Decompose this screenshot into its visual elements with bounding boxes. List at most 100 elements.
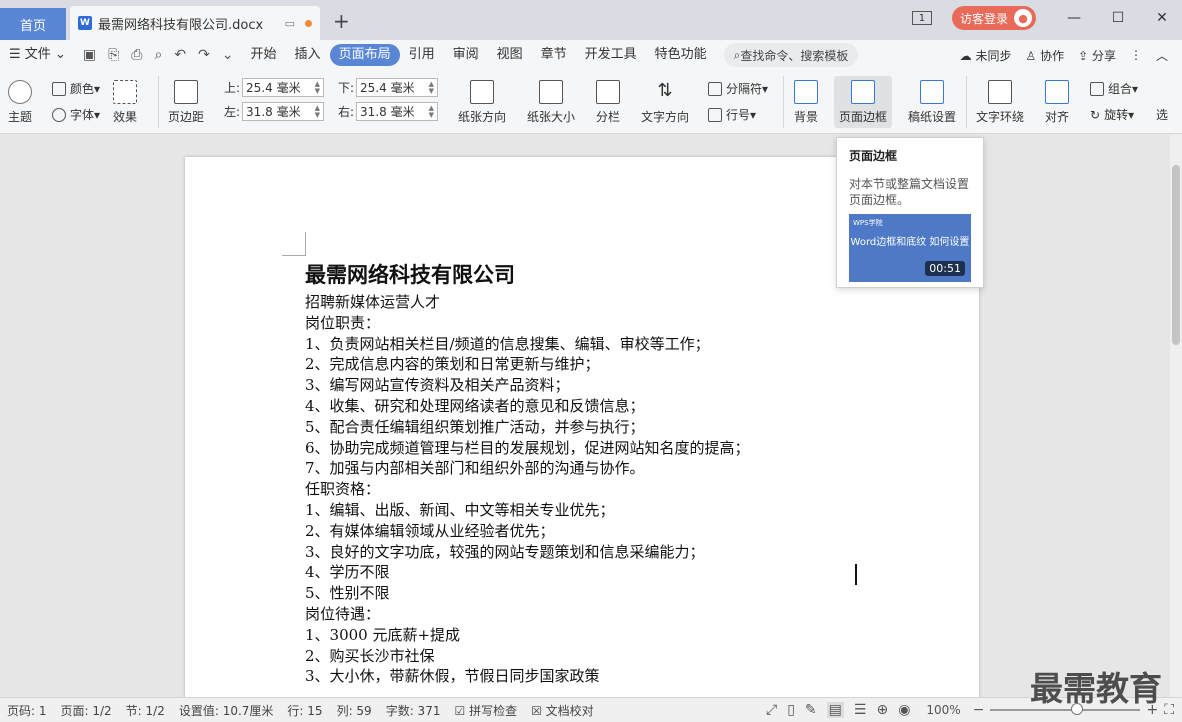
color-button[interactable]: 颜色 ▾ bbox=[52, 80, 100, 97]
save-icon[interactable]: ▣ bbox=[83, 47, 96, 63]
video-brand: WPS学院 bbox=[853, 219, 883, 227]
left-margin-input[interactable]: 31.8 毫米 ▲ ▼ bbox=[242, 102, 325, 121]
status-setting[interactable]: 设置值: 10.7厘米 bbox=[172, 702, 281, 719]
outline-view-icon[interactable]: ☰ bbox=[854, 702, 867, 718]
top-margin-field: 上: 25.4 毫米 ▲ ▼ bbox=[224, 78, 325, 97]
margin-button[interactable]: 页边距 bbox=[168, 80, 204, 125]
document-body[interactable]: 最需网络科技有限公司 招聘新媒体运营人才 岗位职责： 1、负责网站相关栏目/频道… bbox=[305, 260, 865, 687]
orientation-button[interactable]: 纸张方向 bbox=[458, 80, 506, 125]
tab-developer[interactable]: 开发工具 bbox=[576, 44, 646, 66]
status-section[interactable]: 节: 1/2 bbox=[119, 702, 172, 719]
paper-size-button[interactable]: 纸张大小 bbox=[527, 80, 575, 125]
spinner-icon[interactable]: ▲ ▼ bbox=[315, 80, 320, 95]
unsaved-dot-icon bbox=[305, 19, 312, 27]
zoom-out-icon[interactable]: − bbox=[973, 702, 985, 718]
video-title: Word边框和底纹 如何设置 bbox=[850, 237, 970, 248]
share-button[interactable]: ⇪ 分享 bbox=[1078, 47, 1116, 64]
group-button[interactable]: 组合 ▾ bbox=[1090, 80, 1138, 97]
monitor-icon[interactable]: ▭ bbox=[285, 17, 295, 30]
pen-icon[interactable]: ✎ bbox=[805, 702, 817, 718]
status-col[interactable]: 列: 59 bbox=[330, 702, 379, 719]
tab-review[interactable]: 审阅 bbox=[444, 44, 488, 66]
export-pdf-icon[interactable]: ⎘ bbox=[108, 47, 119, 63]
tab-home[interactable]: 首页 bbox=[0, 8, 66, 40]
status-row[interactable]: 行: 15 bbox=[280, 702, 329, 719]
fullscreen-icon[interactable]: ⤢ bbox=[766, 702, 777, 718]
more-quick-access-icon[interactable]: ⌄ bbox=[222, 47, 234, 63]
align-label: 对齐 bbox=[1045, 110, 1070, 124]
sync-button[interactable]: ☁ 未同步 bbox=[960, 47, 1012, 64]
draft-paper-button[interactable]: 稿纸设置 bbox=[908, 80, 956, 125]
proofread-button[interactable]: ☒ 文档校对 bbox=[524, 702, 601, 719]
spinner-icon[interactable]: ▲ ▼ bbox=[429, 80, 434, 95]
collab-button[interactable]: ♙ 协作 bbox=[1025, 47, 1064, 64]
line-number-button[interactable]: 行号 ▾ bbox=[708, 106, 756, 123]
text-direction-label: 文字方向 bbox=[641, 110, 690, 124]
text-wrap-button[interactable]: 文字环绕 bbox=[976, 80, 1024, 125]
minimize-button[interactable]: — bbox=[1054, 10, 1094, 26]
spell-check-button[interactable]: ☑ 拼写检查 bbox=[447, 702, 524, 719]
print-preview-icon[interactable]: ⌕ bbox=[154, 47, 162, 63]
redo-icon[interactable]: ↷ bbox=[198, 47, 210, 63]
fit-window-icon[interactable]: ⛶ bbox=[1164, 702, 1174, 718]
command-search[interactable]: ⌕ 查找命令、搜索模板 bbox=[723, 43, 859, 67]
tab-start[interactable]: 开始 bbox=[242, 44, 286, 66]
status-page[interactable]: 页码: 1 bbox=[0, 702, 54, 719]
visitor-login-button[interactable]: 访客登录 ● bbox=[951, 6, 1036, 30]
right-margin-input[interactable]: 31.8 毫米 ▲ ▼ bbox=[356, 102, 439, 121]
eye-care-icon[interactable]: ◉ bbox=[898, 702, 910, 718]
undo-icon[interactable]: ↶ bbox=[174, 47, 186, 63]
status-pages[interactable]: 页面: 1/2 bbox=[54, 702, 119, 719]
bottom-margin-input[interactable]: 25.4 毫米 ▲ ▼ bbox=[356, 78, 439, 97]
group-label: 组合 bbox=[1108, 82, 1133, 96]
new-tab-button[interactable]: + bbox=[333, 9, 350, 33]
spinner-icon[interactable]: ▲ ▼ bbox=[429, 104, 434, 119]
tab-page-layout[interactable]: 页面布局 bbox=[329, 44, 400, 66]
font-button[interactable]: 字体 ▾ bbox=[52, 106, 100, 123]
zoom-level[interactable]: 100% bbox=[926, 703, 960, 717]
select-button[interactable]: 选 bbox=[1156, 106, 1168, 123]
scrollbar-thumb[interactable] bbox=[1172, 165, 1180, 345]
tab-references[interactable]: 引用 bbox=[400, 44, 444, 66]
doc-line: 2、完成信息内容的策划和日常更新与维护； bbox=[305, 355, 600, 374]
tab-special[interactable]: 特色功能 bbox=[646, 44, 716, 66]
spinner-icon[interactable]: ▲ ▼ bbox=[315, 104, 320, 119]
separator bbox=[966, 76, 967, 128]
align-button[interactable]: 对齐 bbox=[1045, 80, 1069, 125]
top-margin-input[interactable]: 25.4 毫米 ▲ ▼ bbox=[242, 78, 325, 97]
doc-line: 3、良好的文字功底，较强的网站专题策划和信息采编能力； bbox=[305, 542, 705, 561]
separator-button[interactable]: 分隔符 ▾ bbox=[708, 80, 768, 97]
page-view-icon[interactable]: ▤ bbox=[826, 702, 844, 718]
window-count-badge[interactable]: 1 bbox=[911, 11, 932, 25]
close-button[interactable]: ✕ bbox=[1142, 10, 1182, 26]
collapse-ribbon-icon[interactable]: ︿ bbox=[1156, 47, 1168, 64]
text-wrap-label: 文字环绕 bbox=[976, 110, 1025, 124]
vertical-scrollbar[interactable] bbox=[1170, 135, 1182, 697]
doc-line: 1、编辑、出版、新闻、中文等相关专业优先； bbox=[305, 500, 615, 519]
background-button[interactable]: 背景 bbox=[794, 80, 818, 125]
print-icon[interactable]: ⎙ bbox=[131, 47, 142, 63]
tab-section[interactable]: 章节 bbox=[532, 44, 576, 66]
background-label: 背景 bbox=[794, 110, 819, 124]
left-margin-value: 31.8 毫米 bbox=[246, 105, 301, 119]
text-direction-button[interactable]: ⇅ 文字方向 bbox=[641, 80, 689, 125]
maximize-button[interactable]: ☐ bbox=[1098, 10, 1138, 26]
tab-document[interactable]: W 最需网络科技有限公司.docx ▭ bbox=[70, 6, 320, 40]
spell-check-label: 拼写检查 bbox=[469, 703, 518, 718]
search-icon: ⌕ bbox=[733, 47, 741, 62]
tab-view[interactable]: 视图 bbox=[488, 44, 532, 66]
reading-mode-icon[interactable]: ▯ bbox=[787, 702, 795, 718]
more-icon[interactable]: ⋮ bbox=[1130, 48, 1142, 62]
file-menu[interactable]: ☰ 文件 ⌄ bbox=[0, 44, 75, 66]
tab-insert[interactable]: 插入 bbox=[286, 44, 330, 66]
columns-button[interactable]: 分栏 bbox=[596, 80, 620, 125]
status-words[interactable]: 字数: 371 bbox=[379, 702, 448, 719]
tutorial-video-thumbnail[interactable]: WPS学院 Word边框和底纹 如何设置 00:51 bbox=[849, 214, 971, 282]
rotate-button[interactable]: ↻ 旋转 ▾ bbox=[1090, 106, 1134, 123]
page-border-button[interactable]: 页面边框 bbox=[834, 76, 892, 128]
effect-button[interactable]: 效果 bbox=[113, 80, 137, 125]
doc-line: 3、编写网站宣传资料及相关产品资料； bbox=[305, 376, 570, 395]
background-icon bbox=[794, 80, 818, 104]
web-view-icon[interactable]: ⊕ bbox=[876, 702, 888, 718]
theme-button[interactable]: 主题 bbox=[8, 80, 32, 125]
